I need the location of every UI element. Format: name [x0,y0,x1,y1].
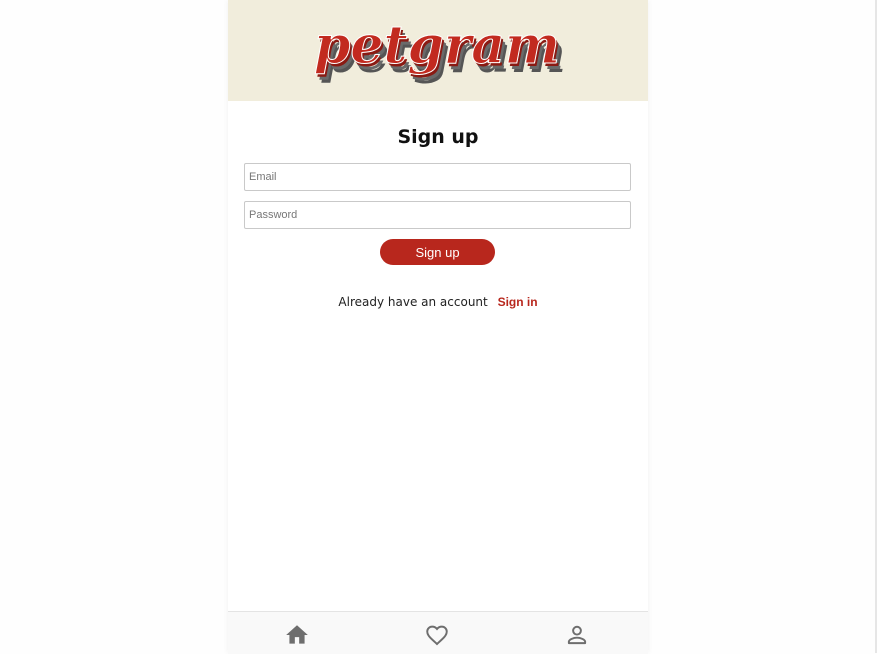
signin-prompt: Already have an account [338,295,488,309]
app-container: petgram petgram petgram petgram Sign up … [228,0,648,654]
page-title: Sign up [397,126,479,148]
home-icon [286,625,308,644]
password-field[interactable] [244,201,631,229]
nav-favorites-button[interactable] [424,622,450,648]
bottom-navbar [228,611,648,654]
petgram-logo[interactable]: petgram petgram petgram petgram [314,16,564,96]
user-icon [567,625,587,645]
sign-in-link[interactable]: Sign in [498,295,538,309]
sign-up-button[interactable]: Sign up [380,239,495,265]
nav-home-button[interactable] [284,622,310,648]
signin-row: Already have an account Sign in [228,295,648,309]
logo-text: petgram [314,16,560,76]
nav-profile-button[interactable] [564,622,590,648]
app-header: petgram petgram petgram petgram [228,0,648,101]
heart-icon [426,625,448,646]
email-field[interactable] [244,163,631,191]
